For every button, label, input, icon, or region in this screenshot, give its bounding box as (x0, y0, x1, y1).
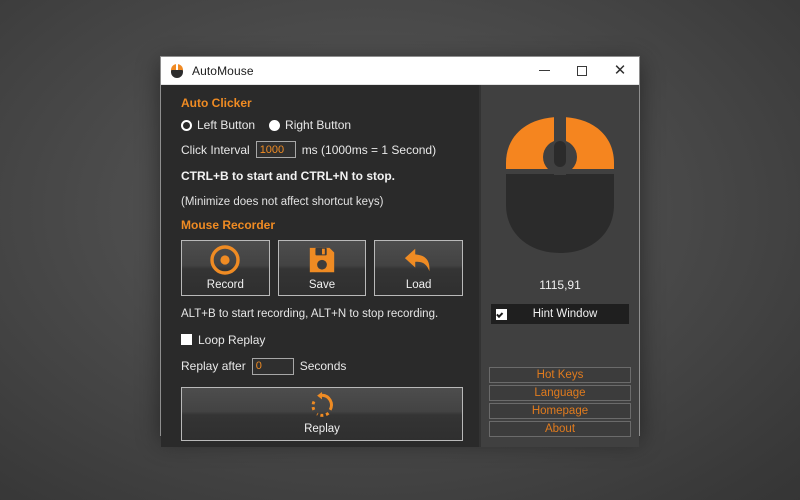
floppy-disk-icon (307, 241, 337, 279)
cursor-coordinates: 1115,91 (539, 278, 581, 292)
close-button[interactable]: ✕ (601, 57, 639, 84)
mouse-recorder-heading: Mouse Recorder (181, 218, 276, 232)
radio-right-button[interactable] (269, 119, 281, 131)
click-interval-input[interactable]: 1000 (255, 141, 296, 158)
replay-after-label: Replay after (181, 359, 246, 374)
recorder-button-row: Record Save Load (181, 240, 464, 296)
mouse-illustration (498, 111, 622, 266)
click-button-selector: Left Button Right Button (181, 118, 463, 132)
load-button-label: Load (405, 279, 432, 291)
circular-arrow-icon (309, 388, 335, 423)
title-bar[interactable]: AutoMouse ✕ (161, 57, 639, 85)
record-circle-icon (209, 241, 241, 279)
close-icon: ✕ (613, 62, 627, 79)
language-button[interactable]: Language (489, 384, 631, 401)
homepage-button[interactable]: Homepage (489, 402, 631, 419)
bottom-links: Hot Keys Language Homepage About (489, 366, 631, 437)
radio-left-button[interactable] (181, 119, 192, 131)
loop-replay-label: Loop Replay (198, 332, 266, 347)
replay-after-input[interactable]: 0 (251, 357, 294, 375)
replay-after-suffix: Seconds (299, 359, 347, 374)
app-window: AutoMouse ✕ Auto Clicker Left Button Rig… (160, 56, 640, 447)
mouse-icon (169, 63, 185, 79)
record-button[interactable]: Record (181, 240, 270, 296)
radio-left-button-label: Left Button (197, 118, 256, 132)
maximize-icon (577, 65, 587, 76)
replay-after-row: Replay after 0 Seconds (181, 357, 463, 375)
minimize-note: (Minimize does not affect shortcut keys) (181, 196, 384, 208)
click-interval-suffix: ms (1000ms = 1 Second) (301, 142, 437, 157)
window-title: AutoMouse (192, 63, 254, 78)
left-panel: Auto Clicker Left Button Right Button Cl… (161, 85, 479, 447)
auto-clicker-heading: Auto Clicker (181, 96, 252, 110)
hint-window-toggle[interactable]: Hint Window (491, 304, 629, 324)
auto-clicker-shortcut-note: CTRL+B to start and CTRL+N to stop. (181, 169, 395, 183)
curved-back-arrow-icon (403, 241, 435, 279)
window-body: Auto Clicker Left Button Right Button Cl… (161, 85, 639, 447)
loop-replay-row[interactable]: Loop Replay (181, 333, 463, 347)
recorder-shortcut-note: ALT+B to start recording, ALT+N to stop … (181, 308, 439, 320)
about-button[interactable]: About (489, 420, 631, 437)
hint-window-label: Hint Window (532, 308, 598, 320)
maximize-button[interactable] (563, 57, 601, 84)
click-interval-label: Click Interval (181, 142, 250, 157)
save-button-label: Save (308, 279, 336, 291)
hint-window-checkbox[interactable] (496, 308, 507, 320)
click-interval-row: Click Interval 1000 ms (1000ms = 1 Secon… (181, 141, 463, 158)
minimize-button[interactable] (525, 57, 563, 84)
loop-replay-checkbox[interactable] (181, 334, 192, 346)
hot-keys-button[interactable]: Hot Keys (489, 366, 631, 383)
replay-button[interactable]: Replay (181, 386, 463, 441)
minimize-icon (538, 70, 550, 71)
radio-right-button-label: Right Button (285, 118, 352, 132)
replay-button-label: Replay (304, 422, 340, 435)
load-button[interactable]: Load (374, 240, 464, 296)
save-button[interactable]: Save (277, 240, 367, 296)
record-button-label: Record (206, 279, 244, 291)
right-panel: 1115,91 Hint Window Hot Keys Language Ho… (479, 85, 639, 447)
